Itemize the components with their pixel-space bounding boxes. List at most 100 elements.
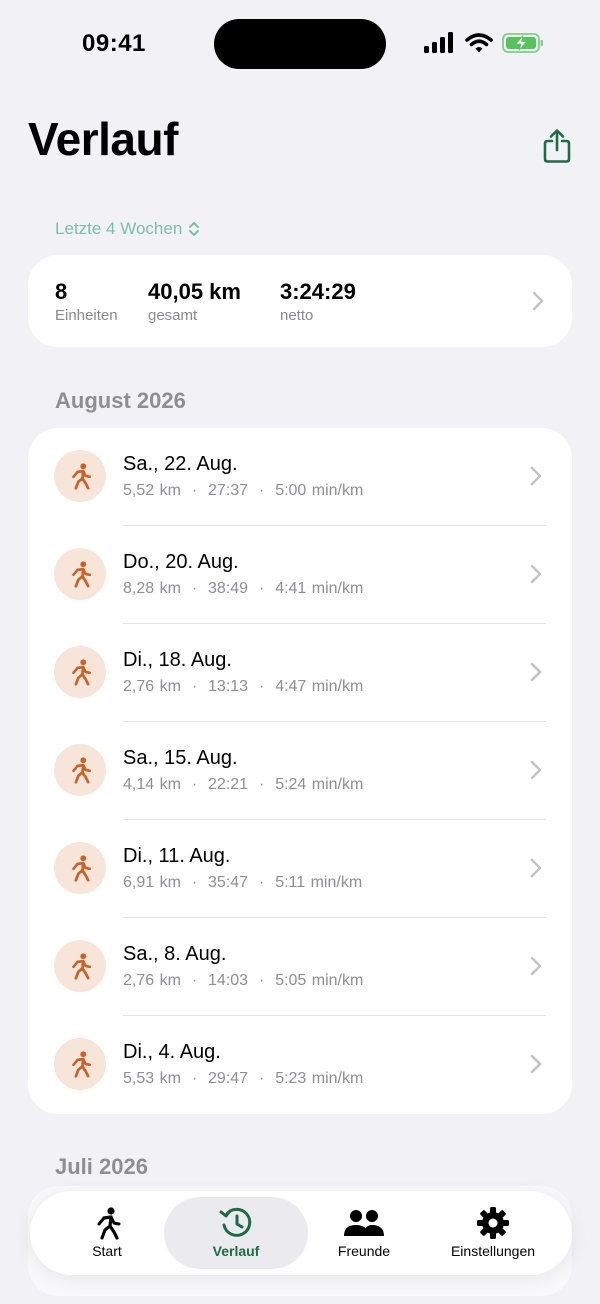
run-date: Sa., 22. Aug. [123, 453, 238, 475]
run-date: Sa., 15. Aug. [123, 747, 238, 769]
run-activity-badge [54, 842, 106, 894]
dynamic-island [214, 19, 386, 69]
run-distance: 2,76 km [123, 678, 181, 695]
separator-dot: · [248, 776, 276, 793]
range-label: Letzte 4 Wochen [55, 219, 183, 238]
separator-dot: · [248, 678, 276, 695]
status-time: 09:41 [82, 30, 146, 57]
tab-verlauf[interactable]: Verlauf [164, 1197, 308, 1269]
run-date: Do., 20. Aug. [123, 551, 239, 573]
stat-distance-label: gesamt [148, 307, 198, 324]
runner-icon [72, 1051, 92, 1078]
run-row[interactable]: Di., 4. Aug. 5,53 km · 29:47 · 5:23 min/k… [28, 1016, 572, 1114]
run-activity-badge [54, 1038, 106, 1090]
tab-bar: Start Verlauf Freunde Einstellungen [30, 1191, 572, 1275]
tab-einstellungen-label: Einstellungen [450, 1243, 536, 1259]
run-pace: 4:47 min/km [275, 678, 364, 695]
run-row[interactable]: Di., 18. Aug. 2,76 km · 13:13 · 4:47 min/… [28, 624, 572, 722]
friends-icon [344, 1210, 384, 1236]
runner-icon [72, 757, 92, 784]
run-pace: 5:05 min/km [275, 972, 364, 989]
battery-charging-icon [502, 33, 543, 53]
stat-sessions-value: 8 [55, 279, 68, 304]
share-icon [543, 129, 571, 163]
run-activity-badge [54, 548, 106, 600]
page-title: Verlauf [28, 113, 178, 165]
runner-icon [72, 659, 92, 686]
chevron-up-down-icon [189, 222, 200, 236]
chevron-right-icon [530, 1054, 542, 1074]
tab-freunde[interactable]: Freunde [300, 1197, 428, 1269]
run-row[interactable]: Sa., 22. Aug. 5,52 km · 27:37 · 5:00 min/… [28, 428, 572, 526]
run-meta: 8,28 km · 38:49 · 4:41 min/km [123, 580, 363, 598]
share-button[interactable] [540, 126, 574, 166]
run-row[interactable]: Sa., 8. Aug. 2,76 km · 14:03 · 5:05 min/k… [28, 918, 572, 1016]
chevron-right-icon [530, 662, 542, 682]
stat-duration-value: 3:24:29 [280, 279, 356, 304]
tab-start-label: Start [92, 1243, 122, 1259]
stat-sessions: 8 Einheiten [55, 279, 118, 324]
status-icons [424, 32, 544, 54]
section-header-july: Juli 2026 [55, 1154, 148, 1179]
wifi-icon [465, 33, 493, 53]
tab-start[interactable]: Start [42, 1197, 172, 1269]
cellular-signal-icon [424, 32, 453, 53]
separator-dot: · [180, 580, 209, 597]
run-meta: 5,52 km · 27:37 · 5:00 min/km [123, 482, 363, 500]
run-activity-badge [54, 450, 106, 502]
run-meta: 4,14 km · 22:21 · 5:24 min/km [123, 776, 363, 794]
summary-card[interactable]: 8 Einheiten 40,05 km gesamt 3:24:29 nett… [28, 255, 572, 347]
gear-icon [477, 1207, 509, 1239]
run-date: Di., 4. Aug. [123, 1041, 221, 1063]
run-row[interactable]: Sa., 15. Aug. 4,14 km · 22:21 · 5:24 min/… [28, 722, 572, 820]
run-row[interactable]: Di., 11. Aug. 6,91 km · 35:47 · 5:11 min/… [28, 820, 572, 918]
separator-dot: · [180, 482, 209, 499]
run-distance: 8,28 km [123, 580, 181, 597]
run-distance: 4,14 km [123, 776, 181, 793]
history-icon [219, 1207, 252, 1237]
range-picker[interactable]: Letzte 4 Wochen [55, 219, 200, 239]
separator-dot: · [180, 776, 209, 793]
stat-sessions-label: Einheiten [55, 307, 118, 324]
chevron-right-icon [530, 564, 542, 584]
tab-verlauf-label: Verlauf [212, 1243, 260, 1259]
run-date: Sa., 8. Aug. [123, 943, 227, 965]
run-date: Di., 11. Aug. [123, 845, 231, 867]
run-pace: 5:00 min/km [275, 482, 364, 499]
run-distance: 2,76 km [123, 972, 181, 989]
run-meta: 2,76 km · 14:03 · 5:05 min/km [123, 972, 363, 990]
run-date: Di., 18. Aug. [123, 649, 232, 671]
chevron-right-icon [530, 466, 542, 486]
stat-duration: 3:24:29 netto [280, 279, 356, 324]
run-row[interactable]: Do., 20. Aug. 8,28 km · 38:49 · 4:41 min/… [28, 526, 572, 624]
run-distance: 6,91 km [123, 874, 181, 891]
run-pace: 5:24 min/km [275, 776, 364, 793]
run-time: 38:49 [208, 580, 249, 597]
run-activity-badge [54, 940, 106, 992]
chevron-right-icon [530, 760, 542, 780]
separator-dot: · [248, 1070, 276, 1087]
tab-einstellungen[interactable]: Einstellungen [426, 1197, 560, 1269]
run-pace: 5:23 min/km [275, 1070, 364, 1087]
runner-icon [72, 561, 92, 588]
separator-dot: · [180, 874, 209, 891]
run-activity-badge [54, 646, 106, 698]
run-distance: 5,53 km [123, 1070, 181, 1087]
runner-icon [72, 953, 92, 980]
separator-dot: · [248, 580, 276, 597]
run-meta: 5,53 km · 29:47 · 5:23 min/km [123, 1070, 363, 1088]
runner-icon [72, 463, 92, 490]
tab-freunde-label: Freunde [337, 1243, 391, 1259]
run-meta: 6,91 km · 35:47 · 5:11 min/km [123, 874, 362, 892]
separator-dot: · [180, 972, 209, 989]
run-meta: 2,76 km · 13:13 · 4:47 min/km [123, 678, 363, 696]
separator-dot: · [248, 874, 276, 891]
stat-distance-value: 40,05 km [148, 279, 241, 304]
run-time: 22:21 [208, 776, 249, 793]
run-time: 27:37 [208, 482, 249, 499]
stat-duration-label: netto [280, 307, 314, 324]
run-list: Sa., 22. Aug. 5,52 km · 27:37 · 5:00 min/… [28, 428, 572, 1114]
runner-icon [72, 855, 92, 882]
separator-dot: · [248, 482, 276, 499]
status-bar: 09:41 [0, 0, 600, 90]
